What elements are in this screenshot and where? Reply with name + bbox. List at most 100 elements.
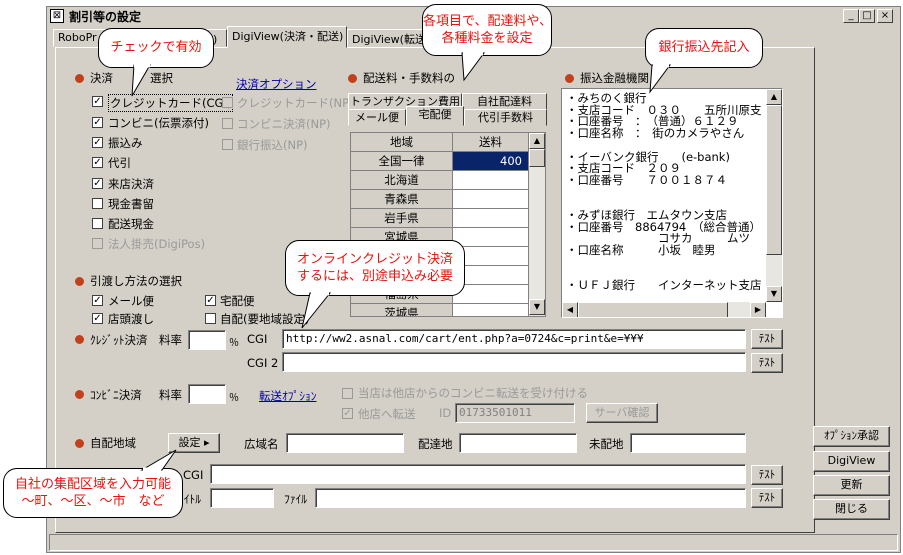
grid-region-cell[interactable]: 青森県 [351, 190, 453, 209]
bottom-cgi-input[interactable] [210, 464, 746, 484]
wide-area-input[interactable] [286, 433, 404, 453]
undelivered-input[interactable] [630, 433, 746, 453]
callout-region-line1: 自社の集配区域を入力可能 [14, 477, 171, 492]
grid-fee-cell[interactable] [453, 190, 529, 209]
grid-fee-cell[interactable]: 400 [453, 152, 529, 171]
credit-rate-input[interactable] [188, 330, 226, 350]
scroll-down-icon[interactable]: ▼ [529, 299, 545, 315]
bank-info-memo[interactable]: ・みちのく銀行 ・支店コード ０３０ 五所川原支 ・口座番号 ： （普通）６１２９ ・… [561, 88, 783, 318]
self-delivery-checkbox[interactable] [205, 313, 216, 324]
bank-np-checkbox [222, 139, 233, 150]
conv-transfer-option-link[interactable]: 転送ｵﾌﾟｼｮﾝ [259, 388, 317, 404]
bank-memo-line: ・口座名称 ： 街のカメラやさん [566, 126, 745, 141]
callout-check: チェックで有効 [98, 28, 214, 68]
bottom-cgi-label: CGI [183, 468, 204, 482]
payment-option-link[interactable]: 決済オプション [236, 76, 317, 92]
section-bullet-icon [75, 277, 84, 286]
courier-checkbox[interactable]: ✓ [205, 295, 216, 306]
grid-fee-cell[interactable] [453, 285, 529, 304]
credit-test2-button[interactable]: ﾃｽﾄ [751, 353, 783, 373]
tab-digiview-transfer[interactable]: DigiView(転送 [347, 29, 429, 47]
memo-vscroll[interactable]: ▲ ▼ [766, 89, 782, 302]
tab-digiview-payment[interactable]: DigiView(決済・配送) [227, 26, 347, 48]
corporate-credit-label: 法人掛売(DigiPos) [108, 237, 206, 251]
callout-bank: 銀行振込先記入 [645, 28, 763, 68]
maximize-button[interactable]: □ [859, 9, 875, 23]
tab-own-delivery-fee[interactable]: 自社配達料 [462, 93, 547, 110]
bottom-file-input[interactable] [315, 488, 746, 508]
grid-region-cell[interactable]: 岩手県 [351, 209, 453, 228]
cod-checkbox[interactable]: ✓ [92, 157, 103, 168]
conv-slip-label: コンビニ(伝票添付) [108, 116, 209, 130]
conv-slip-checkbox[interactable]: ✓ [92, 117, 103, 128]
accept-transfer-checkbox [342, 388, 353, 399]
mail-delivery-checkbox[interactable]: ✓ [92, 295, 103, 306]
conv-rate-input[interactable] [188, 384, 226, 404]
credit-cgi-input[interactable]: http://ww2.asnal.com/cart/ent.php?a=0724… [282, 329, 746, 349]
scroll-left-icon[interactable]: ◀ [562, 302, 578, 317]
self-delivery-label: 自配(要地域設定) [220, 312, 310, 326]
bank-heading: 振込金融機関 [580, 71, 649, 85]
scroll-down-icon[interactable]: ▼ [766, 286, 782, 302]
digiview-button[interactable]: DigiView [813, 451, 890, 472]
grid-region-cell[interactable]: 全国一律 [351, 152, 453, 171]
section-bullet-icon [565, 74, 574, 83]
conv-id-label: ID [439, 406, 452, 420]
grid-scrollbar[interactable]: ▲ ▼ [529, 133, 545, 316]
tab-cod-fee[interactable]: 代引手数料 [464, 109, 547, 126]
scroll-up-icon[interactable]: ▲ [529, 133, 545, 149]
scroll-right-icon[interactable]: ▶ [750, 302, 766, 317]
scroll-up-icon[interactable]: ▲ [766, 89, 782, 105]
grid-fee-cell[interactable] [453, 228, 529, 247]
bottom-test-button[interactable]: ﾃｽﾄ [751, 465, 783, 485]
callout-region: 自社の集配区域を入力可能 ～町、～区、～市 など [3, 468, 183, 518]
callout-tail-bank [649, 64, 671, 94]
self-area-heading: 自配地域 [90, 436, 136, 450]
delivery-cash-checkbox[interactable] [92, 218, 103, 229]
store-pickup-checkbox[interactable]: ✓ [92, 313, 103, 324]
grid-fee-cell[interactable] [453, 209, 529, 228]
grid-fee-cell[interactable] [453, 304, 529, 316]
grid-fee-cell[interactable] [453, 171, 529, 190]
grid-region-cell[interactable]: 茨城県 [351, 304, 453, 316]
callout-tail-region [140, 449, 177, 471]
credit-np-label: クレジットカード(NP) [237, 96, 354, 110]
credit-cgi-label: クレジットカード(CGI) [108, 94, 234, 112]
memo-hscroll[interactable]: ◀ ▶ [562, 302, 766, 317]
in-store-checkbox[interactable]: ✓ [92, 178, 103, 189]
bottom-title-input[interactable] [210, 488, 274, 508]
close-button[interactable]: × [877, 9, 893, 23]
minimize-button[interactable]: _ [843, 9, 859, 23]
mail-delivery-label: メール便 [108, 294, 154, 308]
callout-tail-online [301, 292, 332, 329]
tab-mail-delivery[interactable]: メール便 [348, 109, 406, 126]
update-button[interactable]: 更新 [813, 475, 890, 496]
section-bullet-icon [348, 74, 357, 83]
credit-cgi-checkbox[interactable]: ✓ [92, 96, 103, 107]
cod-label: 代引 [108, 156, 131, 170]
registered-mail-checkbox[interactable] [92, 198, 103, 209]
grid-region-cell[interactable]: 北海道 [351, 171, 453, 190]
bottom-file-label: ﾌｧｲﾙ [284, 492, 307, 506]
credit-cgi2-label: CGI 2 [247, 356, 279, 370]
credit-cgi2-input[interactable] [282, 352, 746, 372]
courier-label: 宅配便 [220, 294, 255, 308]
callout-tail-check [131, 64, 151, 97]
scroll-thumb[interactable] [766, 105, 782, 255]
undelivered-label: 未配地 [589, 437, 624, 451]
callout-fees: 各項目で、配達料や、 各種料金を設定 [422, 4, 552, 56]
delivery-area-input[interactable] [459, 433, 577, 453]
option-approve-button[interactable]: ｵﾌﾟｼｮﾝ承認 [813, 426, 890, 447]
scroll-thumb[interactable] [578, 302, 728, 317]
credit-percent: ％ [229, 338, 239, 349]
credit-test-button[interactable]: ﾃｽﾄ [751, 329, 783, 349]
delivery-heading: 引渡し方法の選択 [90, 274, 182, 288]
bottom-test2-button[interactable]: ﾃｽﾄ [751, 488, 783, 508]
callout-online: オンラインクレジット決済 するには、別途申込み必要 [285, 240, 465, 296]
scroll-thumb[interactable] [529, 149, 545, 167]
conv-percent: ％ [229, 393, 239, 404]
close-dialog-button[interactable]: 閉じる [813, 499, 890, 520]
tab-courier[interactable]: 宅配便 [406, 106, 464, 126]
window-title: 割引等の設定 [69, 10, 142, 24]
transfer-checkbox[interactable]: ✓ [92, 137, 103, 148]
